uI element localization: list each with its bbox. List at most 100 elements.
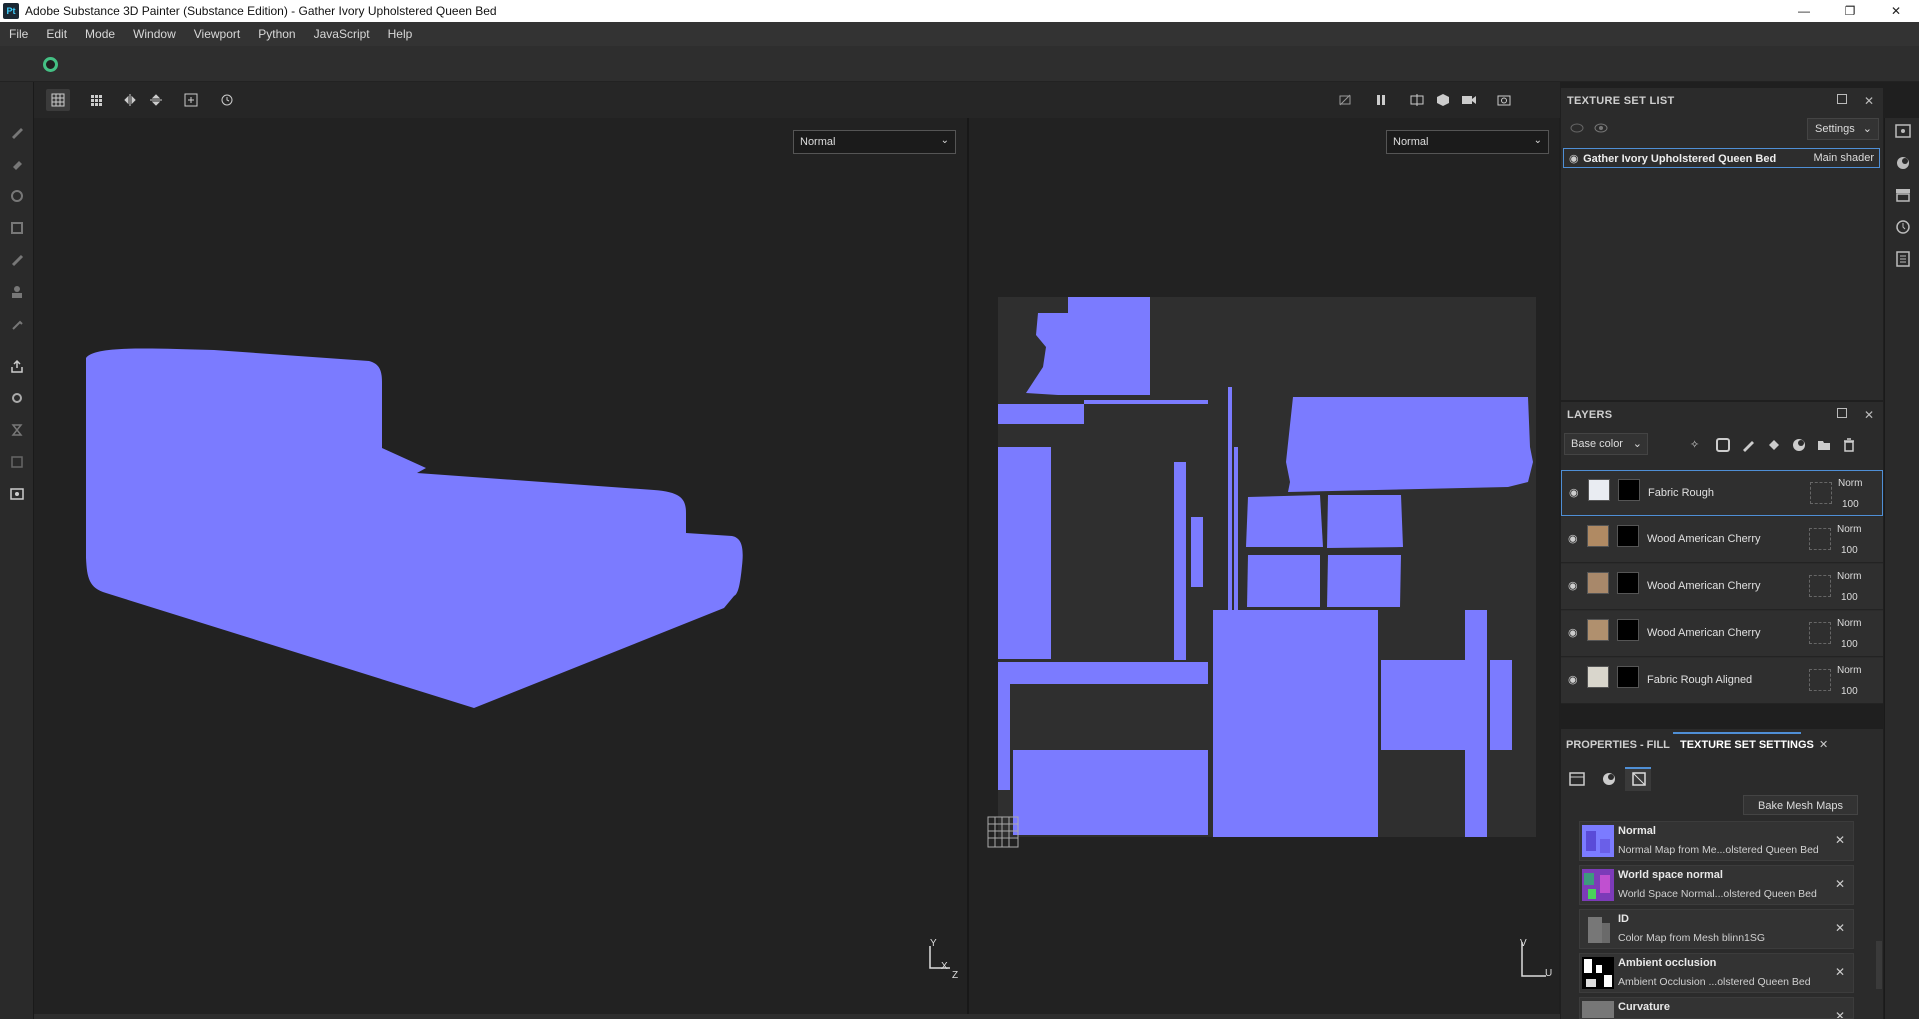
menu-file[interactable]: File bbox=[0, 27, 37, 41]
add-camera-icon[interactable] bbox=[179, 89, 203, 111]
object-view-icon[interactable] bbox=[1431, 89, 1455, 111]
add-paint-layer-icon[interactable] bbox=[1741, 438, 1755, 452]
undock-icon[interactable] bbox=[1837, 408, 1847, 418]
single-view-icon[interactable] bbox=[46, 89, 70, 111]
settings-gear-icon[interactable] bbox=[9, 390, 25, 406]
mesh-map-slot[interactable]: Curvature ✕ bbox=[1579, 997, 1854, 1019]
export-icon[interactable] bbox=[9, 358, 25, 374]
undock-icon[interactable] bbox=[1837, 94, 1847, 104]
eye-off-icon[interactable] bbox=[1569, 122, 1585, 134]
add-folder-icon[interactable] bbox=[1817, 438, 1831, 452]
history-icon[interactable] bbox=[1894, 218, 1912, 236]
layer-mask-slot[interactable] bbox=[1809, 575, 1831, 597]
menu-python[interactable]: Python bbox=[249, 27, 304, 41]
grid-view-icon[interactable] bbox=[84, 89, 108, 111]
layer-opacity[interactable]: 100 bbox=[1841, 639, 1858, 650]
layer-blend-mode[interactable]: Norm bbox=[1837, 665, 1861, 676]
layer-mask-slot[interactable] bbox=[1809, 528, 1831, 550]
layer-row[interactable]: ◉ Wood American Cherry Norm 100 bbox=[1561, 564, 1883, 610]
layer-mask-slot[interactable] bbox=[1809, 669, 1831, 691]
properties-scrollbar[interactable] bbox=[1876, 941, 1882, 989]
layer-row[interactable]: ◉ Fabric Rough Norm 100 bbox=[1561, 470, 1883, 516]
shader-name[interactable]: Main shader bbox=[1813, 152, 1874, 164]
reset-view-icon[interactable] bbox=[215, 89, 239, 111]
substance-connect-icon[interactable] bbox=[43, 57, 58, 72]
layer-row[interactable]: ◉ Fabric Rough Aligned Norm 100 bbox=[1561, 658, 1883, 704]
polygon-fill-tool-icon[interactable] bbox=[9, 220, 25, 236]
remove-map-icon[interactable]: ✕ bbox=[1835, 965, 1845, 979]
mesh-map-slot[interactable]: Normal Normal Map from Me...olstered Que… bbox=[1579, 821, 1854, 861]
history-icon[interactable] bbox=[9, 422, 25, 438]
close-panel-icon[interactable]: ✕ bbox=[1864, 94, 1874, 108]
tab-texture-set-settings[interactable]: TEXTURE SET SETTINGS bbox=[1680, 739, 1814, 751]
layer-blend-mode[interactable]: Norm bbox=[1837, 571, 1861, 582]
pause-icon[interactable] bbox=[1369, 89, 1393, 111]
remove-map-icon[interactable]: ✕ bbox=[1835, 921, 1845, 935]
layer-blend-mode[interactable]: Norm bbox=[1837, 524, 1861, 535]
texture-set-row[interactable]: ◉ Gather Ivory Upholstered Queen Bed Mai… bbox=[1563, 148, 1880, 168]
close-panel-icon[interactable]: ✕ bbox=[1864, 408, 1874, 422]
layer-visibility-eye-icon[interactable]: ◉ bbox=[1568, 673, 1582, 687]
settings-dropdown[interactable]: Settings ⌄ bbox=[1807, 118, 1879, 140]
viewport-3d[interactable]: Y X Z bbox=[34, 118, 967, 1014]
mirror-y-icon[interactable] bbox=[144, 89, 168, 111]
smudge-tool-icon[interactable] bbox=[9, 252, 25, 268]
remove-map-icon[interactable]: ✕ bbox=[1835, 1009, 1845, 1018]
hide-icon[interactable] bbox=[1333, 89, 1357, 111]
color-picker-icon[interactable] bbox=[9, 316, 25, 332]
close-tab-icon[interactable]: ✕ bbox=[1819, 738, 1828, 751]
display-settings-icon[interactable] bbox=[9, 486, 25, 502]
layer-opacity[interactable]: 100 bbox=[1841, 592, 1858, 603]
add-effect-icon[interactable]: ✧ bbox=[1690, 438, 1704, 452]
shader-settings-icon[interactable] bbox=[1894, 154, 1912, 172]
layer-blend-mode[interactable]: Norm bbox=[1838, 478, 1862, 489]
layer-opacity[interactable]: 100 bbox=[1841, 686, 1858, 697]
channel-dropdown[interactable]: Base color ⌄ bbox=[1564, 433, 1648, 455]
viewport-3d-mode-select[interactable]: Normal ⌄ bbox=[793, 130, 956, 154]
bake-mesh-maps-button[interactable]: Bake Mesh Maps bbox=[1743, 795, 1858, 815]
viewport-2d-mode-select[interactable]: Normal ⌄ bbox=[1386, 130, 1549, 154]
display-settings-icon[interactable] bbox=[1894, 122, 1912, 140]
menu-javascript[interactable]: JavaScript bbox=[305, 27, 379, 41]
minimize-button[interactable]: — bbox=[1781, 0, 1827, 22]
delete-layer-icon[interactable] bbox=[1842, 438, 1856, 452]
layer-mask-slot[interactable] bbox=[1810, 482, 1832, 504]
tab-properties-fill[interactable]: PROPERTIES - FILL bbox=[1566, 739, 1670, 751]
remove-map-icon[interactable]: ✕ bbox=[1835, 877, 1845, 891]
layer-row[interactable]: ◉ Wood American Cherry Norm 100 bbox=[1561, 611, 1883, 657]
add-smart-material-icon[interactable] bbox=[1792, 438, 1806, 452]
restore-button[interactable]: ❐ bbox=[1827, 0, 1873, 22]
projection-tool-icon[interactable] bbox=[9, 188, 25, 204]
mesh-map-slot[interactable]: Ambient occlusion Ambient Occlusion ...o… bbox=[1579, 953, 1854, 993]
layer-row[interactable]: ◉ Wood American Cherry Norm 100 bbox=[1561, 517, 1883, 563]
layer-opacity[interactable]: 100 bbox=[1841, 545, 1858, 556]
menu-window[interactable]: Window bbox=[124, 27, 185, 41]
menu-mode[interactable]: Mode bbox=[76, 27, 124, 41]
eye-icon[interactable] bbox=[1593, 122, 1609, 134]
mesh-settings-icon[interactable] bbox=[1569, 771, 1585, 787]
layer-visibility-eye-icon[interactable]: ◉ bbox=[1569, 486, 1583, 500]
menu-viewport[interactable]: Viewport bbox=[185, 27, 249, 41]
layer-opacity[interactable]: 100 bbox=[1842, 499, 1859, 510]
menu-help[interactable]: Help bbox=[379, 27, 422, 41]
assets-icon[interactable] bbox=[1894, 186, 1912, 204]
layer-mask-slot[interactable] bbox=[1809, 622, 1831, 644]
bake-icon[interactable] bbox=[9, 454, 25, 470]
screenshot-icon[interactable] bbox=[1492, 89, 1516, 111]
paint-tool-icon[interactable] bbox=[9, 124, 25, 140]
log-icon[interactable] bbox=[1894, 250, 1912, 268]
layer-blend-mode[interactable]: Norm bbox=[1837, 618, 1861, 629]
eye-icon[interactable]: ◉ bbox=[1569, 152, 1580, 165]
layer-visibility-eye-icon[interactable]: ◉ bbox=[1568, 532, 1582, 546]
remove-map-icon[interactable]: ✕ bbox=[1835, 833, 1845, 847]
add-fill-layer-icon[interactable] bbox=[1767, 438, 1781, 452]
split-mode-icon[interactable] bbox=[1405, 89, 1429, 111]
menu-edit[interactable]: Edit bbox=[37, 27, 76, 41]
mesh-map-slot[interactable]: ID Color Map from Mesh blinn1SG ✕ bbox=[1579, 909, 1854, 949]
layer-visibility-eye-icon[interactable]: ◉ bbox=[1568, 579, 1582, 593]
add-mask-icon[interactable] bbox=[1716, 438, 1730, 452]
mesh-map-slot[interactable]: World space normal World Space Normal...… bbox=[1579, 865, 1854, 905]
clone-tool-icon[interactable] bbox=[9, 284, 25, 300]
uv-grid-icon[interactable] bbox=[986, 815, 1020, 849]
mirror-x-icon[interactable] bbox=[118, 89, 142, 111]
